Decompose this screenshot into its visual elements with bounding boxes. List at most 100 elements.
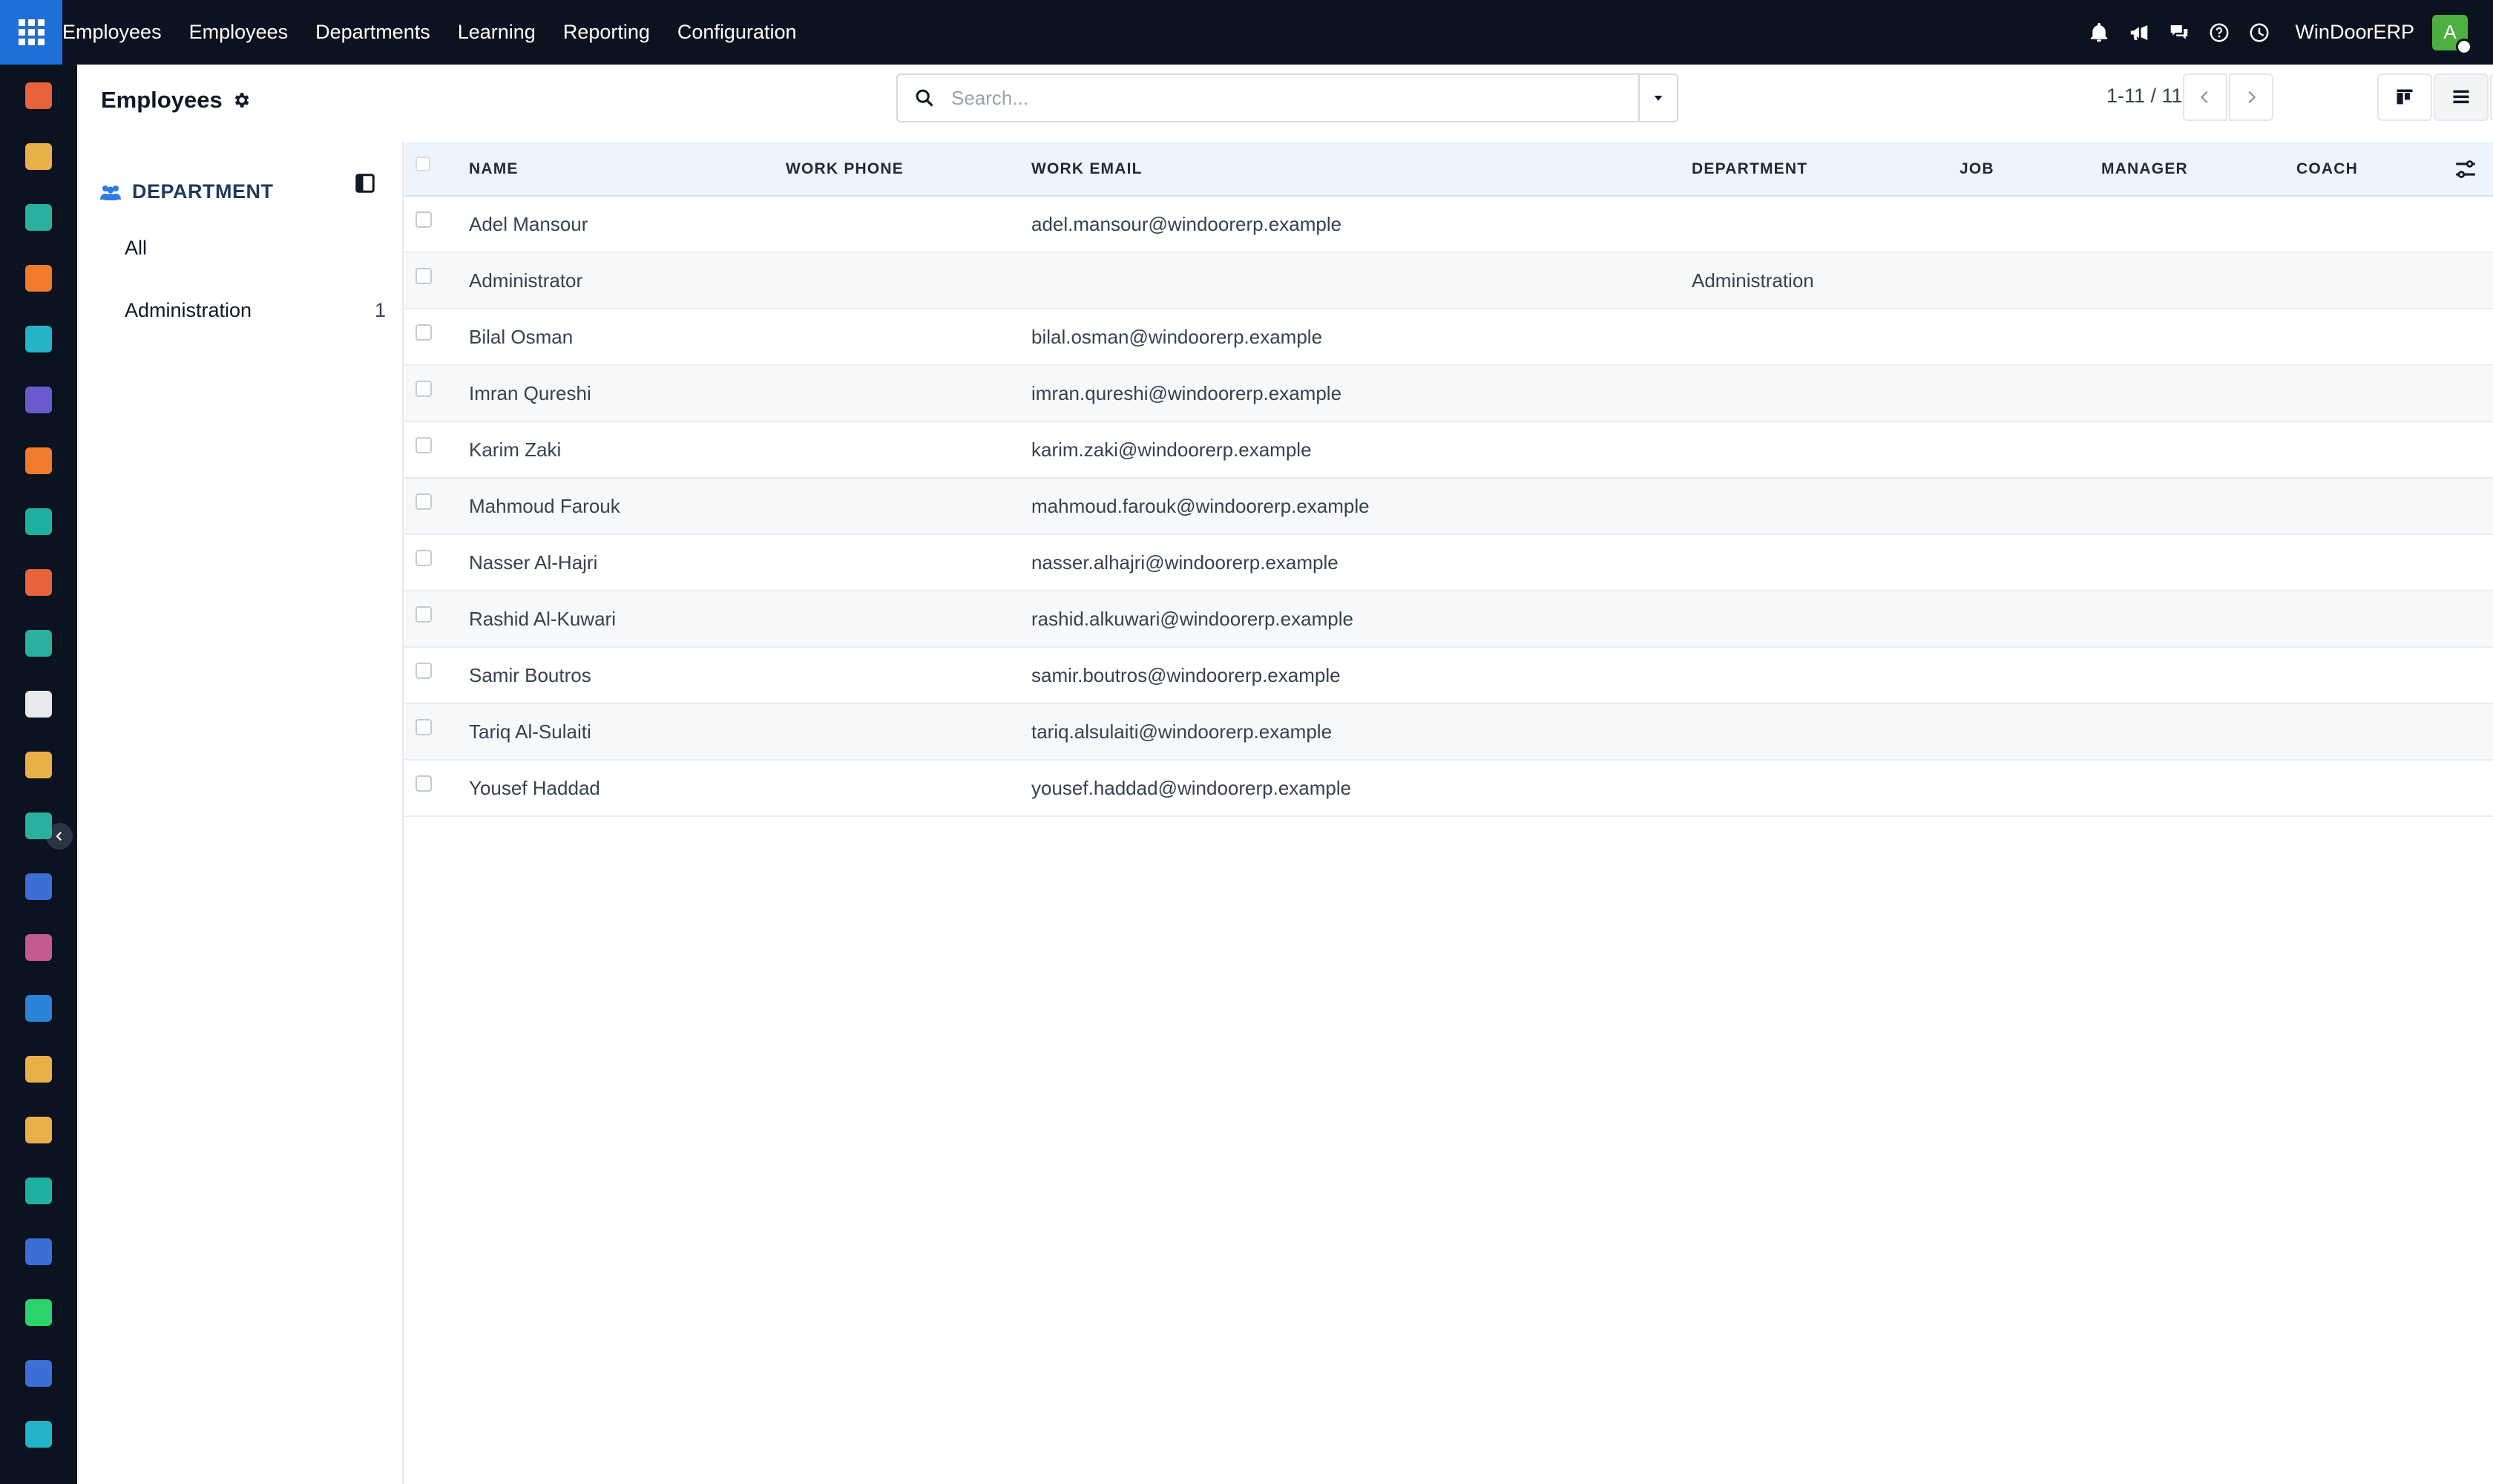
team-app-icon[interactable] — [25, 1056, 52, 1083]
cell-work-email: rashid.alkuwari@windoorerp.example — [1031, 608, 1353, 630]
chevron-right-icon — [2248, 91, 2256, 104]
column-department[interactable]: DEPARTMENT — [1692, 160, 1807, 178]
app-menu-button[interactable] — [0, 0, 62, 65]
products-app-icon[interactable] — [25, 934, 52, 961]
column-work-phone[interactable]: WORK PHONE — [786, 160, 904, 178]
row-checkbox[interactable] — [416, 493, 432, 510]
optional-columns-icon[interactable] — [2453, 157, 2478, 182]
inventory-app-icon[interactable] — [25, 691, 52, 718]
chat-icon[interactable] — [2161, 15, 2197, 50]
users-icon — [100, 185, 121, 200]
website-app-icon[interactable] — [25, 1421, 52, 1448]
table-row[interactable]: Imran Qureshi imran.qureshi@windoorerp.ex… — [404, 366, 2493, 422]
pager-next-button[interactable] — [2229, 73, 2273, 121]
row-checkbox[interactable] — [416, 211, 432, 228]
menu-departments[interactable]: Departments — [315, 21, 430, 44]
menu-configuration[interactable]: Configuration — [677, 21, 797, 44]
column-job[interactable]: JOB — [1960, 160, 1994, 178]
livechat-app-icon[interactable] — [25, 447, 52, 474]
contacts-app-icon[interactable] — [25, 204, 52, 231]
table-row[interactable]: Samir Boutros samir.boutros@windoorerp.ex… — [404, 648, 2493, 704]
search-bar — [896, 73, 1678, 122]
menu-reporting[interactable]: Reporting — [563, 21, 650, 44]
column-work-email[interactable]: WORK EMAIL — [1031, 160, 1143, 178]
row-checkbox[interactable] — [416, 606, 432, 623]
department-filter-administration[interactable]: Administration — [125, 299, 252, 322]
menu-employees[interactable]: Employees — [189, 21, 289, 44]
dashboards-app-icon[interactable] — [25, 82, 52, 109]
search-input[interactable] — [951, 86, 1619, 110]
row-checkbox[interactable] — [416, 324, 432, 341]
kanban-view-button[interactable] — [2377, 73, 2432, 121]
whatsapp-app-icon[interactable] — [25, 1299, 52, 1326]
row-checkbox[interactable] — [416, 550, 432, 566]
table-row[interactable]: Karim Zaki karim.zaki@windoorerp.example — [404, 422, 2493, 479]
table-row[interactable]: Mahmoud Farouk mahmoud.farouk@windoorerp.… — [404, 479, 2493, 535]
table-row[interactable]: Nasser Al-Hajri nasser.alhajri@windoorerp… — [404, 535, 2493, 591]
table-row[interactable]: Bilal Osman bilal.osman@windoorerp.exampl… — [404, 309, 2493, 366]
sign-app-icon[interactable] — [25, 752, 52, 778]
select-all-checkbox[interactable] — [416, 157, 430, 171]
cell-name: Yousef Haddad — [469, 777, 600, 799]
documents-app-icon[interactable] — [25, 143, 52, 170]
list-view-button[interactable] — [2434, 73, 2489, 121]
mail-app-icon[interactable] — [25, 387, 52, 413]
clock-icon[interactable] — [2241, 15, 2277, 50]
table-row[interactable]: Tariq Al-Sulaiti tariq.alsulaiti@windoore… — [404, 704, 2493, 761]
row-checkbox[interactable] — [416, 381, 432, 397]
pager-value[interactable]: 1-11 / 11 — [2106, 85, 2183, 108]
row-checkbox[interactable] — [416, 437, 432, 453]
cell-name: Samir Boutros — [469, 664, 591, 686]
page-title: Employees — [101, 87, 223, 113]
expenses-app-icon[interactable] — [25, 995, 52, 1022]
search-panel-collapse-button[interactable] — [352, 170, 378, 197]
row-checkbox[interactable] — [416, 268, 432, 284]
column-manager[interactable]: MANAGER — [2101, 160, 2188, 178]
cell-work-email: mahmoud.farouk@windoorerp.example — [1031, 495, 1370, 517]
page-title-wrap: Employees — [101, 87, 251, 114]
table-row[interactable]: Rashid Al-Kuwari rashid.alkuwari@windoore… — [404, 591, 2493, 648]
cell-name: Mahmoud Farouk — [469, 495, 620, 517]
reporting-app-icon[interactable] — [25, 569, 52, 596]
column-coach[interactable]: COACH — [2296, 160, 2358, 178]
search-options-toggle[interactable] — [1638, 75, 1677, 121]
apps-dashboard-icon[interactable] — [25, 1238, 52, 1265]
user-avatar[interactable]: A — [2432, 14, 2472, 55]
company-switcher[interactable]: WinDoorERP — [2295, 21, 2414, 44]
knowledge-app-icon[interactable] — [25, 873, 52, 900]
pager-previous-button[interactable] — [2183, 73, 2227, 121]
bell-icon[interactable] — [2081, 15, 2117, 50]
table-row[interactable]: Administrator Administration — [404, 253, 2493, 309]
employees-app-icon[interactable] — [25, 630, 52, 657]
hierarchy-view-button[interactable] — [2490, 73, 2493, 121]
cell-name: Karim Zaki — [469, 439, 562, 461]
row-checkbox[interactable] — [416, 775, 432, 792]
timer-app-icon[interactable] — [25, 1360, 52, 1387]
cell-name: Bilal Osman — [469, 326, 574, 348]
gear-icon[interactable] — [231, 91, 251, 110]
cell-work-email: adel.mansour@windoorerp.example — [1031, 213, 1342, 235]
department-filter-header: DEPARTMENT — [99, 180, 274, 203]
list-icon — [2453, 90, 2469, 104]
row-checkbox[interactable] — [416, 719, 432, 735]
signature-app-icon[interactable] — [25, 1178, 52, 1204]
main-menu: Employees Employees Departments Learning… — [62, 0, 824, 65]
caret-down-icon — [1654, 96, 1663, 101]
table-row[interactable]: Adel Mansour adel.mansour@windoorerp.exam… — [404, 197, 2493, 253]
column-name[interactable]: NAME — [469, 160, 519, 178]
department-filter-all[interactable]: All — [125, 237, 147, 260]
menu-learning[interactable]: Learning — [458, 21, 536, 44]
chevron-left-icon — [56, 831, 62, 841]
todo-app-icon[interactable] — [25, 812, 52, 839]
project-app-icon[interactable] — [25, 508, 52, 535]
department-filter-title: DEPARTMENT — [132, 180, 274, 203]
row-checkbox[interactable] — [416, 663, 432, 679]
table-row[interactable]: Yousef Haddad yousef.haddad@windoorerp.ex… — [404, 761, 2493, 817]
menu-brand-employees[interactable]: Employees — [62, 21, 162, 44]
calendar-app-icon[interactable] — [25, 1117, 52, 1143]
discuss-app-icon[interactable] — [25, 265, 52, 292]
help-icon[interactable] — [2201, 15, 2237, 50]
planning-app-icon[interactable] — [25, 326, 52, 352]
cell-work-email: bilal.osman@windoorerp.example — [1031, 326, 1323, 348]
megaphone-icon[interactable] — [2121, 15, 2157, 50]
